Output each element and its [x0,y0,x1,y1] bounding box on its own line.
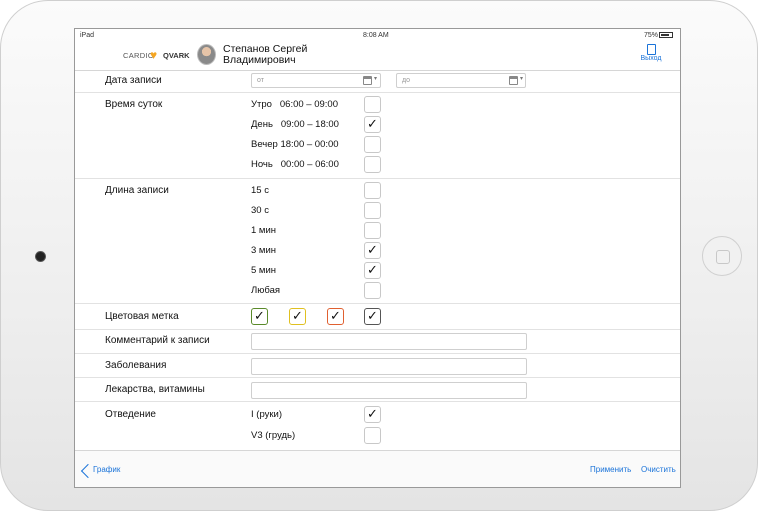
filter-form: Дата записи от ▾ до ▾ Время суток Утро 0… [75,71,680,450]
home-button[interactable] [702,236,742,276]
app-screen: iPad 8:08 AM 75% CARDIO ♥ QVARK Степанов… [74,28,681,488]
clear-button[interactable]: Очистить [641,465,676,474]
lead-row: Отведение I (руки) ✓ V3 (грудь) [75,402,680,450]
color-checkbox-yellow[interactable]: ✓ [289,308,306,325]
checkbox-night[interactable] [364,156,381,173]
avatar[interactable] [197,44,216,65]
diseases-label: Заболевания [105,360,167,371]
date-row: Дата записи от ▾ до ▾ [75,71,680,93]
color-checkbox-gray[interactable]: ✓ [364,308,381,325]
option-label: 5 мин [251,265,277,276]
diseases-field[interactable] [251,358,527,375]
heart-icon: ♥ [150,48,158,62]
user-name: Степанов Сергей Владимирович [223,43,308,66]
color-mark-label: Цветовая метка [105,311,179,322]
exit-button[interactable]: Выход [635,44,667,68]
status-bar: iPad 8:08 AM 75% [75,29,680,42]
apply-button[interactable]: Применить [590,465,631,474]
option-label: Ночь 00:00 – 06:00 [251,159,339,170]
color-checkbox-green[interactable]: ✓ [251,308,268,325]
ipad-frame: iPad 8:08 AM 75% CARDIO ♥ QVARK Степанов… [0,0,758,511]
checkbox-1min[interactable] [364,222,381,239]
option-label: День 09:00 – 18:00 [251,119,339,130]
calendar-icon [509,76,518,85]
time-of-day-label: Время суток [105,99,163,110]
checkbox-3min[interactable]: ✓ [364,242,381,259]
comment-row: Комментарий к записи [75,330,680,354]
option-label: 1 мин [251,225,277,236]
option-label: 15 с [251,185,269,196]
carrier-label: iPad [80,32,95,39]
option-label: V3 (грудь) [251,430,296,441]
medicines-row: Лекарства, витамины [75,378,680,402]
medicines-field[interactable] [251,382,527,399]
record-length-label: Длина записи [105,185,169,196]
battery-percent: 75% [644,32,659,39]
camera-icon [35,251,46,262]
checkbox-morning[interactable] [364,96,381,113]
lead-label: Отведение [105,409,156,420]
checkbox-15s[interactable] [364,182,381,199]
time-of-day-row: Время суток Утро 06:00 – 09:00 День 09:0… [75,93,680,179]
nav-bar: CARDIO ♥ QVARK Степанов Сергей Владимиро… [75,42,680,71]
checkbox-5min[interactable]: ✓ [364,262,381,279]
checkbox-lead-hands[interactable]: ✓ [364,406,381,423]
color-checkbox-orange[interactable]: ✓ [327,308,344,325]
option-label: I (руки) [251,409,282,420]
record-length-row: Длина записи 15 с 30 с 1 мин 3 мин ✓ 5 м… [75,179,680,304]
battery-icon [659,32,673,38]
chevron-down-icon: ▾ [374,76,378,82]
date-from-picker[interactable]: ▾ [363,74,381,88]
color-mark-row: Цветовая метка ✓ ✓ ✓ ✓ [75,304,680,330]
clock: 8:08 AM [363,32,389,39]
medicines-label: Лекарства, витамины [105,384,205,395]
checkbox-30s[interactable] [364,202,381,219]
chevron-down-icon: ▾ [520,76,524,82]
option-label: Вечер 18:00 – 00:00 [251,139,339,150]
app-logo: CARDIO ♥ QVARK [123,48,190,62]
comment-field[interactable] [251,333,527,350]
bottom-toolbar: График Применить Очистить [75,450,680,487]
checkbox-any[interactable] [364,282,381,299]
calendar-icon [363,76,372,85]
date-from-field[interactable]: от [251,73,381,88]
diseases-row: Заболевания [75,354,680,378]
option-label: Любая [251,285,281,296]
date-to-picker[interactable]: ▾ [509,74,527,88]
comment-label: Комментарий к записи [105,335,210,346]
exit-door-icon [646,44,656,55]
checkbox-evening[interactable] [364,136,381,153]
date-to-field[interactable]: до [396,73,526,88]
checkbox-lead-chest[interactable] [364,427,381,444]
option-label: 3 мин [251,245,277,256]
checkbox-day[interactable]: ✓ [364,116,381,133]
date-label: Дата записи [105,75,162,86]
option-label: Утро 06:00 – 09:00 [251,99,338,110]
option-label: 30 с [251,205,269,216]
back-button[interactable]: График [80,463,131,479]
